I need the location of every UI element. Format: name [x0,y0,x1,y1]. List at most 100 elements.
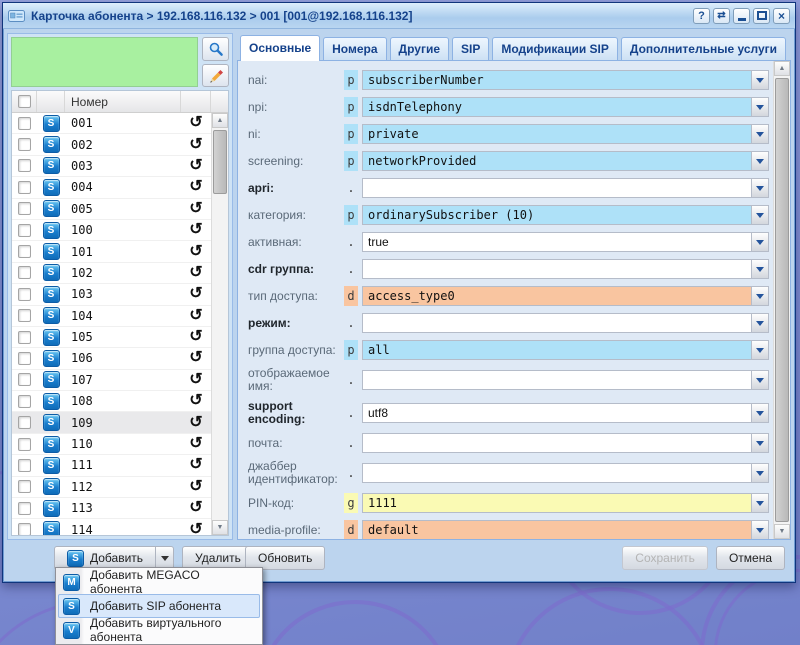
history-icon[interactable]: ↺ [189,179,202,195]
subscriber-row[interactable]: S 113 ↺ [12,498,211,519]
field-value-input[interactable] [362,370,751,390]
row-checkbox[interactable] [18,395,31,408]
subscriber-row[interactable]: S 106 ↺ [12,348,211,369]
grid-header[interactable]: Номер [12,91,228,113]
dropdown-trigger-button[interactable] [751,124,769,144]
dropdown-trigger-button[interactable] [751,403,769,423]
maximize-button[interactable] [753,8,770,24]
icon-column-header[interactable] [37,91,65,112]
tab-sip-modifications[interactable]: Модификации SIP [492,37,618,60]
history-icon[interactable]: ↺ [189,158,202,174]
scroll-down-arrow[interactable]: ▼ [212,520,228,535]
action-column-header[interactable] [181,91,211,112]
subscriber-row[interactable]: S 100 ↺ [12,220,211,241]
history-icon[interactable]: ↺ [189,244,202,260]
history-icon[interactable]: ↺ [189,436,202,452]
history-icon[interactable]: ↺ [189,222,202,238]
dropdown-trigger-button[interactable] [751,340,769,360]
history-icon[interactable]: ↺ [189,393,202,409]
window-titlebar[interactable]: Карточка абонента > 192.168.116.132 > 00… [3,3,795,29]
cancel-button[interactable]: Отмена [716,546,785,570]
field-value-input[interactable]: default [362,520,751,539]
subscriber-row[interactable]: S 105 ↺ [12,327,211,348]
row-checkbox[interactable] [18,480,31,493]
row-checkbox[interactable] [18,266,31,279]
number-column-header[interactable]: Номер [65,91,181,112]
search-button[interactable] [202,37,229,61]
help-button[interactable]: ? [693,8,710,24]
dropdown-trigger-button[interactable] [751,493,769,513]
row-checkbox[interactable] [18,288,31,301]
field-value-input[interactable]: 1111 [362,493,751,513]
row-checkbox[interactable] [18,416,31,429]
minimize-button[interactable] [733,8,750,24]
subscriber-row[interactable]: S 112 ↺ [12,477,211,498]
history-icon[interactable]: ↺ [189,329,202,345]
field-value-input[interactable] [362,178,751,198]
row-checkbox[interactable] [18,331,31,344]
save-button[interactable]: Сохранить [622,546,708,570]
row-checkbox[interactable] [18,459,31,472]
row-checkbox[interactable] [18,202,31,215]
history-icon[interactable]: ↺ [189,522,202,535]
row-checkbox[interactable] [18,245,31,258]
scroll-down-arrow[interactable]: ▼ [774,524,790,539]
history-icon[interactable]: ↺ [189,500,202,516]
history-icon[interactable]: ↺ [189,457,202,473]
dropdown-trigger-button[interactable] [751,151,769,171]
row-checkbox[interactable] [18,438,31,451]
scroll-up-arrow[interactable]: ▲ [212,113,228,128]
form-scrollbar-thumb[interactable] [775,78,789,522]
dropdown-trigger-button[interactable] [751,463,769,483]
field-value-input[interactable]: isdnTelephony [362,97,751,117]
field-value-input[interactable]: private [362,124,751,144]
scroll-up-arrow[interactable]: ▲ [774,61,790,76]
row-checkbox[interactable] [18,224,31,237]
field-value-input[interactable]: utf8 [362,403,751,423]
dropdown-trigger-button[interactable] [751,70,769,90]
row-checkbox[interactable] [18,159,31,172]
field-value-input[interactable]: subscriberNumber [362,70,751,90]
history-icon[interactable]: ↺ [189,201,202,217]
row-checkbox[interactable] [18,352,31,365]
field-value-input[interactable] [362,433,751,453]
menu-item-add-v-subscriber[interactable]: V Добавить виртуального абонента [58,618,260,642]
field-value-input[interactable] [362,259,751,279]
edit-button[interactable] [202,64,229,88]
form-scrollbar[interactable]: ▲ ▼ [773,61,790,539]
history-icon[interactable]: ↺ [189,286,202,302]
tab-main[interactable]: Основные [240,35,320,61]
field-value-input[interactable]: true [362,232,751,252]
menu-item-add-s-subscriber[interactable]: S Добавить SIP абонента [58,594,260,618]
history-icon[interactable]: ↺ [189,265,202,281]
history-icon[interactable]: ↺ [189,415,202,431]
dropdown-trigger-button[interactable] [751,520,769,539]
row-checkbox[interactable] [18,373,31,386]
tab-numbers[interactable]: Номера [323,37,386,60]
subscriber-row[interactable]: S 005 ↺ [12,199,211,220]
search-filter-box[interactable] [11,37,198,87]
row-checkbox[interactable] [18,502,31,515]
row-checkbox[interactable] [18,309,31,322]
tab-additional-services[interactable]: Дополнительные услуги [621,37,786,60]
subscriber-row[interactable]: S 108 ↺ [12,391,211,412]
subscriber-row[interactable]: S 103 ↺ [12,284,211,305]
subscriber-row[interactable]: S 101 ↺ [12,241,211,262]
dropdown-trigger-button[interactable] [751,232,769,252]
subscriber-row[interactable]: S 114 ↺ [12,519,211,535]
tab-sip[interactable]: SIP [452,37,489,60]
row-checkbox[interactable] [18,117,31,130]
select-all-checkbox[interactable] [18,95,31,108]
dropdown-trigger-button[interactable] [751,205,769,225]
field-value-input[interactable] [362,463,751,483]
subscriber-row[interactable]: S 004 ↺ [12,177,211,198]
subscriber-row[interactable]: S 002 ↺ [12,134,211,155]
sync-button[interactable]: ⇄ [713,8,730,24]
field-value-input[interactable] [362,313,751,333]
subscriber-row[interactable]: S 111 ↺ [12,455,211,476]
subscriber-row[interactable]: S 109 ↺ [12,412,211,433]
close-button[interactable]: × [773,8,790,24]
history-icon[interactable]: ↺ [189,479,202,495]
dropdown-trigger-button[interactable] [751,178,769,198]
history-icon[interactable]: ↺ [189,350,202,366]
